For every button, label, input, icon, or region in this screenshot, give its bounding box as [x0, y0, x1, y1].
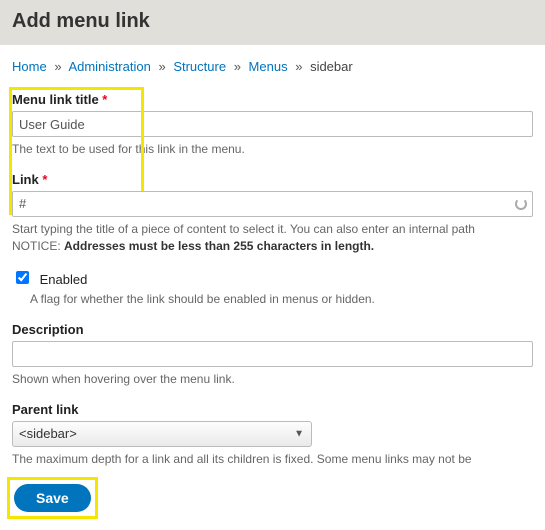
breadcrumb-link-structure[interactable]: Structure: [173, 59, 226, 74]
form-item-link: Link * Start typing the title of a piece…: [12, 172, 533, 255]
breadcrumb-current: sidebar: [310, 59, 353, 74]
description-input[interactable]: [12, 341, 533, 367]
breadcrumb: Home » Administration » Structure » Menu…: [12, 59, 533, 74]
actions-row: Save: [12, 482, 533, 514]
enabled-label[interactable]: Enabled: [40, 272, 88, 287]
autocomplete-spinner-icon: [515, 198, 527, 210]
breadcrumb-sep: »: [295, 59, 302, 74]
parent-link-description: The maximum depth for a link and all its…: [12, 451, 533, 468]
menu-link-title-label: Menu link title *: [12, 92, 533, 107]
breadcrumb-sep: »: [158, 59, 165, 74]
form-item-menu-link-title: Menu link title * The text to be used fo…: [12, 92, 533, 158]
link-label: Link *: [12, 172, 533, 187]
link-description: Start typing the title of a piece of con…: [12, 221, 533, 255]
breadcrumb-link-menus[interactable]: Menus: [249, 59, 288, 74]
description-label: Description: [12, 322, 533, 337]
enabled-checkbox[interactable]: [16, 271, 29, 284]
parent-link-select[interactable]: <sidebar>: [12, 421, 312, 447]
enabled-description: A flag for whether the link should be en…: [30, 291, 533, 308]
form-item-enabled: Enabled A flag for whether the link shou…: [12, 268, 533, 308]
menu-link-title-input[interactable]: [12, 111, 533, 137]
breadcrumb-sep: »: [54, 59, 61, 74]
menu-link-title-description: The text to be used for this link in the…: [12, 141, 533, 158]
required-mark: *: [42, 172, 47, 187]
breadcrumb-link-home[interactable]: Home: [12, 59, 47, 74]
required-mark: *: [102, 92, 107, 107]
save-button[interactable]: Save: [14, 484, 91, 512]
page-title: Add menu link: [12, 10, 533, 33]
page-header: Add menu link: [0, 0, 545, 45]
parent-link-label: Parent link: [12, 402, 533, 417]
breadcrumb-sep: »: [234, 59, 241, 74]
description-help: Shown when hovering over the menu link.: [12, 371, 533, 388]
form-item-parent-link: Parent link <sidebar> ▼ The maximum dept…: [12, 402, 533, 468]
content-area: Home » Administration » Structure » Menu…: [0, 45, 545, 530]
link-input[interactable]: [12, 191, 533, 217]
form-item-description: Description Shown when hovering over the…: [12, 322, 533, 388]
breadcrumb-link-administration[interactable]: Administration: [68, 59, 150, 74]
